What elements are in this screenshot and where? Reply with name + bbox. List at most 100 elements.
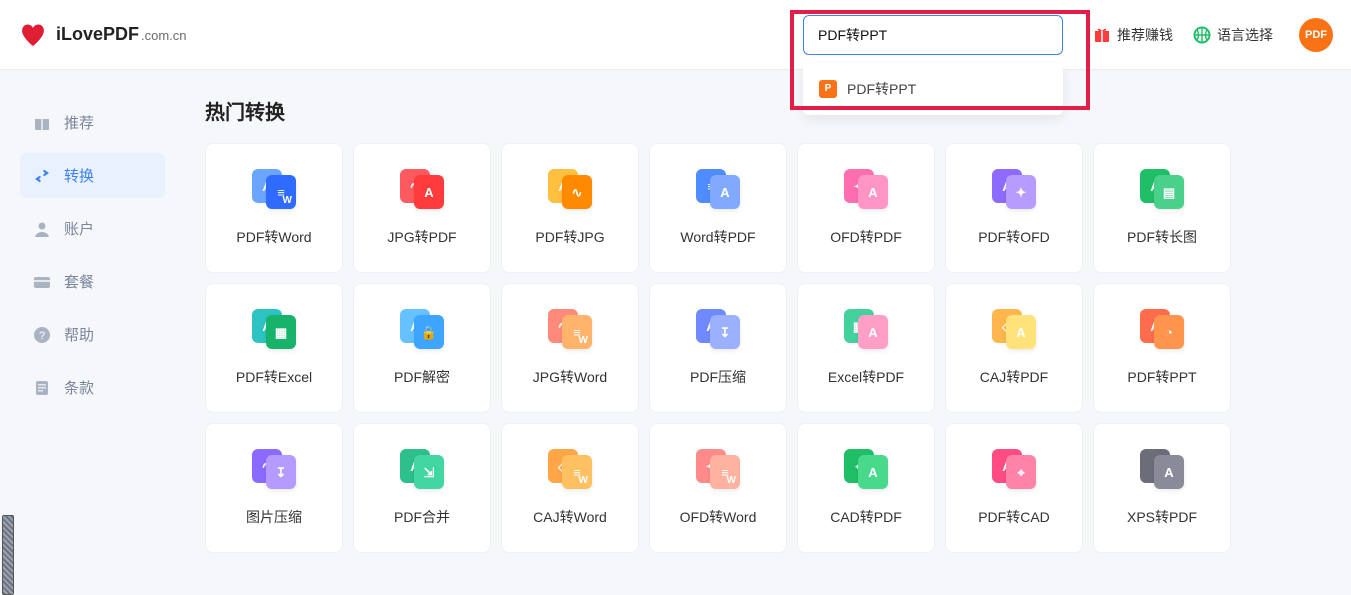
conversion-card[interactable]: A⌖ PDF转CAD bbox=[945, 423, 1083, 553]
conversion-icon: A🔒 bbox=[400, 309, 444, 349]
conversion-card-label: PDF转OFD bbox=[978, 227, 1050, 247]
language-link[interactable]: 语言选择 bbox=[1193, 25, 1273, 45]
conversion-icon: A bbox=[1140, 449, 1184, 489]
sidebar-item-terms[interactable]: 条款 bbox=[20, 365, 165, 410]
conversion-icon: ∿≡W bbox=[548, 309, 592, 349]
conversion-icon: A∿ bbox=[548, 169, 592, 209]
edge-widget bbox=[2, 515, 14, 595]
card-icon bbox=[32, 272, 52, 292]
conversion-card[interactable]: ✦A OFD转PDF bbox=[797, 143, 935, 273]
conversion-card-label: PDF转PPT bbox=[1127, 367, 1196, 387]
conversion-icon: A⇲ bbox=[400, 449, 444, 489]
sidebar-item-label: 推荐 bbox=[64, 112, 94, 133]
sidebar-item-label: 条款 bbox=[64, 377, 94, 398]
conversion-card[interactable]: A XPS转PDF bbox=[1093, 423, 1231, 553]
conversion-card-label: CAJ转Word bbox=[533, 507, 607, 527]
conversion-card-label: 图片压缩 bbox=[246, 507, 302, 527]
conversion-icon: ◇≡W bbox=[548, 449, 592, 489]
conversion-card-label: OFD转PDF bbox=[830, 227, 902, 247]
sidebar-item-label: 帮助 bbox=[64, 324, 94, 345]
conversion-card-label: JPG转PDF bbox=[387, 227, 456, 247]
conversion-card[interactable]: A🔒 PDF解密 bbox=[353, 283, 491, 413]
earn-label: 推荐赚钱 bbox=[1117, 25, 1173, 45]
earn-link[interactable]: 推荐赚钱 bbox=[1093, 25, 1173, 45]
conversion-card[interactable]: ✦≡W OFD转Word bbox=[649, 423, 787, 553]
conversion-card-label: PDF压缩 bbox=[690, 367, 746, 387]
conversion-card-label: PDF转Word bbox=[236, 227, 311, 247]
conversion-card-label: CAJ转PDF bbox=[980, 367, 1048, 387]
conversion-card[interactable]: A↧ PDF压缩 bbox=[649, 283, 787, 413]
sidebar: 推荐转换账户套餐? 帮助条款 bbox=[0, 70, 175, 583]
conversion-card-label: CAD转PDF bbox=[830, 507, 902, 527]
conversion-icon: A⌖ bbox=[992, 449, 1036, 489]
conversion-card[interactable]: A✦ PDF转OFD bbox=[945, 143, 1083, 273]
conversion-icon: ◇A bbox=[992, 309, 1036, 349]
conversion-icon: A↧ bbox=[696, 309, 740, 349]
sidebar-item-account[interactable]: 账户 bbox=[20, 206, 165, 251]
conversion-card-label: Excel转PDF bbox=[828, 367, 904, 387]
conversion-card[interactable]: A⇲ PDF合并 bbox=[353, 423, 491, 553]
conversion-icon: ≡WA bbox=[696, 169, 740, 209]
conversion-card-label: OFD转Word bbox=[680, 507, 757, 527]
conversion-icon: A≡W bbox=[252, 169, 296, 209]
language-label: 语言选择 bbox=[1217, 25, 1273, 45]
logo-text: iLovePDF.com.cn bbox=[56, 24, 187, 45]
conversion-icon: ∿↧ bbox=[252, 449, 296, 489]
search-suggestion-item[interactable]: P PDF转PPT bbox=[803, 71, 1063, 107]
sidebar-item-recommend[interactable]: 推荐 bbox=[20, 100, 165, 145]
conversion-card[interactable]: A◔ PDF转PPT bbox=[1093, 283, 1231, 413]
search-input[interactable] bbox=[803, 15, 1063, 55]
sidebar-item-label: 套餐 bbox=[64, 271, 94, 292]
search-suggestions: P PDF转PPT bbox=[803, 63, 1063, 115]
conversion-card-label: PDF转长图 bbox=[1127, 227, 1197, 247]
conversion-icon: A✦ bbox=[992, 169, 1036, 209]
gift-icon bbox=[1093, 26, 1111, 44]
question-icon: ? bbox=[32, 325, 52, 345]
conversion-card-label: Word转PDF bbox=[680, 227, 755, 247]
logo[interactable]: iLovePDF.com.cn bbox=[20, 23, 187, 47]
conversion-grid: A≡W PDF转Word ∿AJPG转PDF A∿ PDF转JPG ≡WA Word转PDF… bbox=[205, 143, 1321, 553]
doc-icon bbox=[32, 378, 52, 398]
svg-text:?: ? bbox=[39, 330, 45, 342]
ppt-icon: P bbox=[819, 80, 837, 98]
sidebar-item-plan[interactable]: 套餐 bbox=[20, 259, 165, 304]
avatar[interactable]: PDF bbox=[1299, 18, 1333, 52]
sidebar-item-label: 转换 bbox=[64, 165, 94, 186]
conversion-card[interactable]: A▤PDF转长图 bbox=[1093, 143, 1231, 273]
conversion-card[interactable]: ◇≡W CAJ转Word bbox=[501, 423, 639, 553]
conversion-card-label: PDF合并 bbox=[394, 507, 450, 527]
gift-icon bbox=[32, 113, 52, 133]
section-title: 热门转换 bbox=[205, 96, 1321, 125]
conversion-card[interactable]: A≡W PDF转Word bbox=[205, 143, 343, 273]
conversion-icon: ▦A bbox=[844, 309, 888, 349]
search-suggestion-label: PDF转PPT bbox=[847, 79, 916, 99]
conversion-card[interactable]: A▦ PDF转Excel bbox=[205, 283, 343, 413]
sidebar-item-help[interactable]: ? 帮助 bbox=[20, 312, 165, 357]
swap-icon bbox=[32, 166, 52, 186]
conversion-card-label: PDF转CAD bbox=[978, 507, 1050, 527]
conversion-card[interactable]: ◇A CAJ转PDF bbox=[945, 283, 1083, 413]
conversion-card[interactable]: ≡WA Word转PDF bbox=[649, 143, 787, 273]
conversion-card-label: PDF转Excel bbox=[236, 367, 312, 387]
topbar: iLovePDF.com.cn P PDF转PPT 推荐赚钱 语言选择 PDF bbox=[0, 0, 1351, 70]
sidebar-item-convert[interactable]: 转换 bbox=[20, 153, 165, 198]
conversion-icon: A◔ bbox=[1140, 309, 1184, 349]
conversion-card[interactable]: ∿AJPG转PDF bbox=[353, 143, 491, 273]
heart-icon bbox=[20, 23, 46, 47]
conversion-icon: ✦A bbox=[844, 169, 888, 209]
conversion-card-label: PDF解密 bbox=[394, 367, 450, 387]
main: 热门转换 A≡W PDF转Word ∿AJPG转PDF A∿ PDF转JPG ≡WA Wor… bbox=[175, 70, 1351, 583]
conversion-card[interactable]: ∿≡W JPG转Word bbox=[501, 283, 639, 413]
conversion-card-label: PDF转JPG bbox=[535, 227, 604, 247]
conversion-icon: ⌖A bbox=[844, 449, 888, 489]
conversion-card[interactable]: A∿ PDF转JPG bbox=[501, 143, 639, 273]
search-area: P PDF转PPT bbox=[803, 15, 1063, 55]
conversion-card[interactable]: ∿↧ 图片压缩 bbox=[205, 423, 343, 553]
conversion-card-label: JPG转Word bbox=[533, 367, 607, 387]
conversion-icon: ✦≡W bbox=[696, 449, 740, 489]
conversion-card[interactable]: ▦A Excel转PDF bbox=[797, 283, 935, 413]
conversion-card-label: XPS转PDF bbox=[1127, 507, 1197, 527]
sidebar-item-label: 账户 bbox=[64, 218, 94, 239]
conversion-icon: A▦ bbox=[252, 309, 296, 349]
conversion-card[interactable]: ⌖A CAD转PDF bbox=[797, 423, 935, 553]
